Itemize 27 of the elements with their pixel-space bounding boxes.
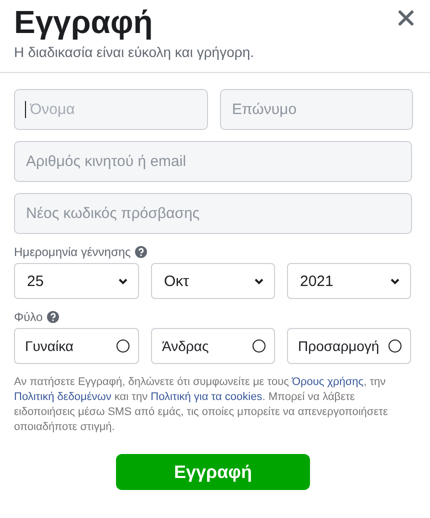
help-icon[interactable] bbox=[46, 311, 59, 323]
chevron-icon bbox=[118, 278, 128, 284]
terms-text: Αν πατήσετε Εγγραφή, δηλώνετε ότι συμφωνείτε με τους Όρους χρήσης, την Πολιτική δεδομένων και την Πολιτική για τα cookies. Μπορεί να λάβετε ειδοποιήσεις μέσω SMS από εμάς, τις οποίες μπορείτε να απενεργοποιήσετε οποιαδήποτε στιγμή. bbox=[14, 375, 389, 435]
terms-link[interactable]: Όρους χρήσης bbox=[292, 376, 364, 388]
dialog-title: Εγγραφή bbox=[14, 3, 154, 42]
date-select[interactable]: 25 bbox=[14, 263, 139, 299]
date-select[interactable]: 2021 bbox=[287, 263, 411, 299]
field-label: Φύλο bbox=[14, 310, 43, 324]
chevron-icon bbox=[390, 278, 400, 284]
radio-icon[interactable] bbox=[252, 339, 266, 353]
field-label: Ημερομηνία γέννησης bbox=[14, 245, 131, 259]
text-cursor bbox=[25, 101, 26, 118]
chevron-icon bbox=[254, 278, 264, 284]
help-icon[interactable] bbox=[134, 246, 147, 258]
dialog-subtitle: Η διαδικασία είναι εύκολη και γρήγορη. bbox=[14, 44, 254, 60]
name-field[interactable]: Επώνυμο bbox=[220, 89, 413, 130]
gender-option[interactable]: Άνδρας bbox=[151, 328, 275, 364]
close-icon[interactable] bbox=[398, 10, 414, 26]
date-select[interactable]: Οκτ bbox=[151, 263, 275, 299]
input-field[interactable]: Αριθμός κινητού ή email bbox=[14, 141, 412, 182]
input-field[interactable]: Νέος κωδικός πρόσβασης bbox=[14, 193, 412, 234]
radio-icon[interactable] bbox=[388, 339, 402, 353]
terms-link[interactable]: Πολιτική για τα cookies bbox=[150, 391, 262, 403]
terms-link[interactable]: Πολιτική δεδομένων bbox=[14, 391, 112, 403]
radio-icon[interactable] bbox=[116, 339, 130, 353]
gender-option[interactable]: Γυναίκα bbox=[14, 328, 139, 364]
gender-option[interactable]: Προσαρμογή bbox=[287, 328, 411, 364]
